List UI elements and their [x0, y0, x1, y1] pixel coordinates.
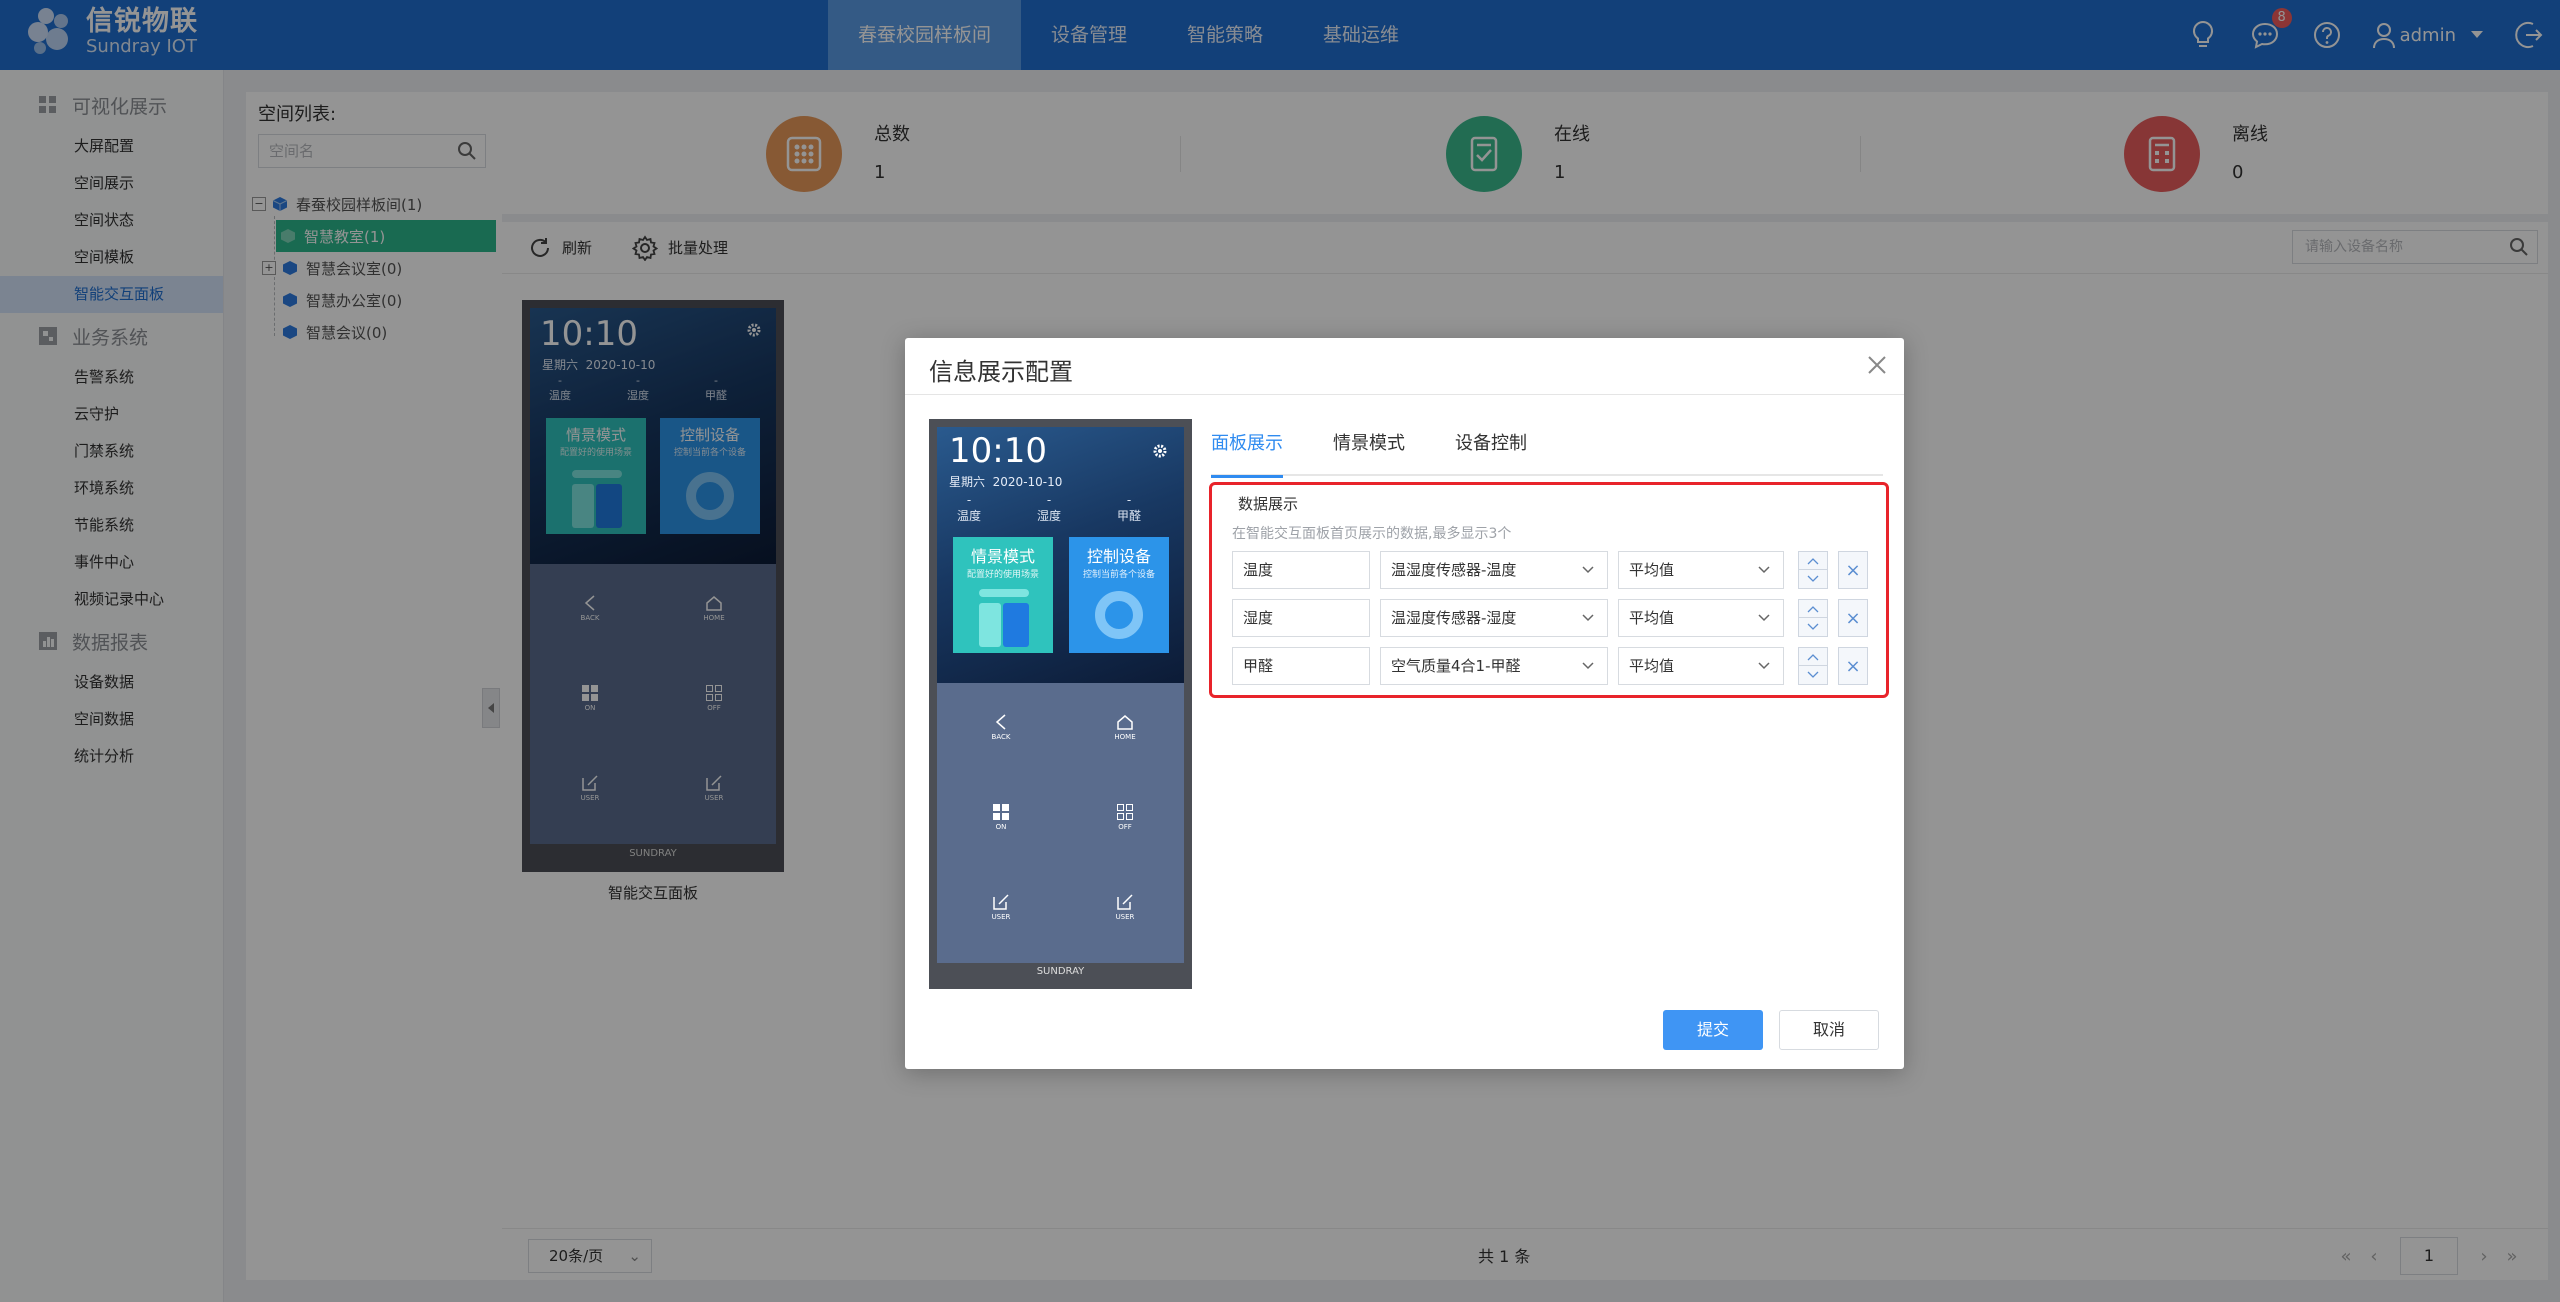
- on-key: ON: [981, 803, 1021, 831]
- move-up-icon[interactable]: [1799, 600, 1827, 618]
- home-key: HOME: [1105, 713, 1145, 741]
- order-stepper[interactable]: [1798, 551, 1828, 589]
- data-row: 湿度 温湿度传感器-湿度 平均值 ×: [1232, 599, 1882, 637]
- move-down-icon[interactable]: [1799, 570, 1827, 588]
- panel-tile-control: 控制设备 控制当前各个设备: [1069, 537, 1169, 653]
- chevron-down-icon: [1758, 662, 1770, 670]
- user-key: USER: [1105, 893, 1145, 921]
- info-display-config-dialog: 信息展示配置 10:10 星期六 2020-10-10 - 温度 - 湿度 - 甲醛 …: [905, 338, 1904, 1069]
- data-source-select[interactable]: 空气质量4合1-甲醛: [1380, 647, 1608, 685]
- back-key: BACK: [981, 713, 1021, 741]
- section-title: 数据展示: [1238, 495, 1299, 513]
- dialog-panel-preview: 10:10 星期六 2020-10-10 - 温度 - 湿度 - 甲醛 情景模式 配置…: [929, 419, 1192, 989]
- data-row: 甲醛 空气质量4合1-甲醛 平均值 ×: [1232, 647, 1882, 685]
- config-tabs: 面板展示 情景模式 设备控制: [1211, 430, 1883, 478]
- chevron-down-icon: [1582, 566, 1594, 574]
- submit-button[interactable]: 提交: [1663, 1010, 1763, 1050]
- aggregation-select[interactable]: 平均值: [1618, 647, 1784, 685]
- remove-row-button[interactable]: ×: [1838, 647, 1868, 685]
- move-up-icon[interactable]: [1799, 648, 1827, 666]
- display-name-input[interactable]: 湿度: [1232, 599, 1370, 637]
- chevron-down-icon: [1758, 614, 1770, 622]
- tab-panel-display[interactable]: 面板展示: [1211, 430, 1297, 478]
- chevron-down-icon: [1758, 566, 1770, 574]
- panel-sensor-formaldehyde: - 甲醛: [1116, 493, 1141, 523]
- panel-keys: BACK HOME ON OFF USER USER: [937, 683, 1184, 963]
- aggregation-select[interactable]: 平均值: [1618, 599, 1784, 637]
- order-stepper[interactable]: [1798, 647, 1828, 685]
- data-source-select[interactable]: 温湿度传感器-湿度: [1380, 599, 1608, 637]
- panel-date: 星期六 2020-10-10: [949, 475, 1063, 489]
- settings-gear-icon: [1152, 443, 1168, 463]
- panel-brand: SUNDRAY: [929, 963, 1192, 981]
- cancel-button[interactable]: 取消: [1779, 1010, 1879, 1050]
- order-stepper[interactable]: [1798, 599, 1828, 637]
- move-up-icon[interactable]: [1799, 552, 1827, 570]
- section-hint: 在智能交互面板首页展示的数据,最多显示3个: [1232, 526, 1512, 542]
- tab-device-control[interactable]: 设备控制: [1455, 430, 1541, 476]
- panel-screen: 10:10 星期六 2020-10-10 - 温度 - 湿度 - 甲醛 情景模式 配置…: [937, 427, 1184, 683]
- user-key: USER: [981, 893, 1021, 921]
- aggregation-select[interactable]: 平均值: [1618, 551, 1784, 589]
- tab-scene-mode[interactable]: 情景模式: [1333, 430, 1419, 476]
- panel-time: 10:10: [949, 431, 1047, 471]
- move-down-icon[interactable]: [1799, 666, 1827, 684]
- remove-row-button[interactable]: ×: [1838, 551, 1868, 589]
- panel-sensor-temp: - 温度: [956, 493, 981, 523]
- panel-sensor-humidity: - 湿度: [1036, 493, 1061, 523]
- data-source-select[interactable]: 温湿度传感器-温度: [1380, 551, 1608, 589]
- chevron-down-icon: [1582, 662, 1594, 670]
- display-name-input[interactable]: 甲醛: [1232, 647, 1370, 685]
- close-icon[interactable]: [1864, 352, 1890, 378]
- off-key: OFF: [1105, 803, 1145, 831]
- chevron-down-icon: [1582, 614, 1594, 622]
- data-display-section: 数据展示 在智能交互面板首页展示的数据,最多显示3个 温度 温湿度传感器-温度 …: [1209, 482, 1889, 698]
- panel-tile-scene: 情景模式 配置好的使用场景: [953, 537, 1053, 653]
- display-name-input[interactable]: 温度: [1232, 551, 1370, 589]
- remove-row-button[interactable]: ×: [1838, 599, 1868, 637]
- dialog-title: 信息展示配置: [929, 358, 1073, 386]
- move-down-icon[interactable]: [1799, 618, 1827, 636]
- data-row: 温度 温湿度传感器-温度 平均值 ×: [1232, 551, 1882, 589]
